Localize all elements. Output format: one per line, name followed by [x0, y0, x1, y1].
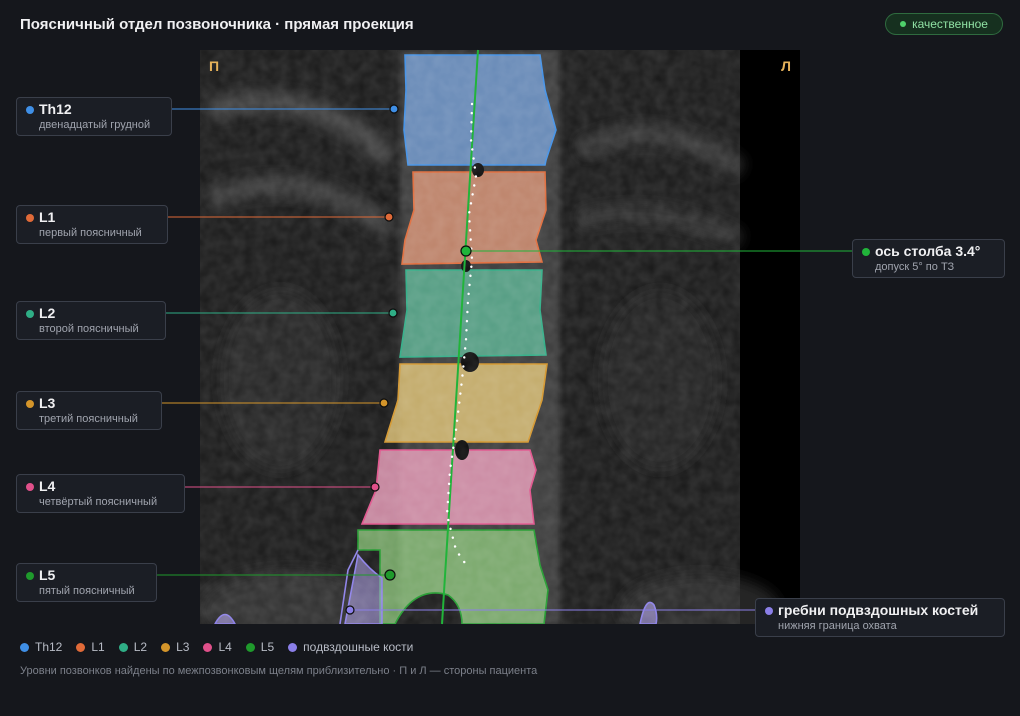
xray-image — [200, 50, 800, 624]
iliac-color-dot-icon — [765, 607, 773, 615]
l5-desc: пятый поясничный — [39, 585, 135, 597]
l1-name: L1 — [39, 209, 56, 225]
legend-label: L5 — [260, 640, 275, 654]
l4-swatch-icon — [203, 642, 213, 652]
axis-color-dot-icon — [862, 248, 870, 256]
legend-item-l2[interactable]: L2 — [118, 640, 148, 654]
legend-item-l3[interactable]: L3 — [161, 640, 189, 654]
legend-item-iliac[interactable]: подвздошные кости — [288, 640, 413, 654]
l1-swatch-icon — [76, 642, 86, 652]
l2-name: L2 — [39, 305, 56, 321]
status-dot-icon — [900, 21, 907, 27]
iliac-desc: нижняя граница охвата — [778, 620, 897, 632]
axis-desc: допуск 5° по ТЗ — [875, 261, 955, 273]
label-l1[interactable]: L1 первый поясничный — [16, 205, 168, 244]
legend-label: Th12 — [35, 640, 63, 654]
xray-viewer[interactable]: П Л — [200, 50, 800, 624]
legend-label: L3 — [176, 640, 190, 654]
l3-desc: третий поясничный — [39, 413, 138, 425]
legend-label: L1 — [91, 640, 105, 654]
legend-label: L2 — [133, 640, 148, 654]
legend-item-th12[interactable]: Th12 — [20, 640, 62, 654]
th12-name: Th12 — [39, 101, 72, 117]
l2-desc: второй поясничный — [39, 323, 139, 335]
quality-badge-label: качественное — [912, 17, 988, 31]
l5-name: L5 — [39, 567, 56, 583]
legend-item-l4[interactable]: L4 — [203, 640, 232, 654]
label-l4[interactable]: L4 четвёртый поясничный — [16, 474, 185, 513]
label-l2[interactable]: L2 второй поясничный — [16, 301, 166, 340]
patient-left-marker: Л — [781, 58, 791, 74]
l1-desc: первый поясничный — [39, 227, 142, 239]
legend-label: подвздошные кости — [303, 640, 414, 654]
page-title: Поясничный отдел позвоночника · прямая п… — [20, 16, 414, 33]
label-iliac-crests[interactable]: гребни подвздошных костей нижняя граница… — [755, 598, 1005, 637]
iliac-name: гребни подвздошных костей — [778, 602, 979, 618]
label-l5[interactable]: L5 пятый поясничный — [16, 563, 157, 602]
th12-color-dot-icon — [26, 106, 34, 114]
axis-name: ось столба 3.4° — [875, 243, 981, 259]
label-th12[interactable]: Th12 двенадцатый грудной — [16, 97, 172, 136]
l1-color-dot-icon — [26, 214, 34, 222]
th12-desc: двенадцатый грудной — [39, 119, 151, 131]
footnote: Уровни позвонков найдены по межпозвонков… — [20, 665, 538, 677]
patient-right-marker: П — [209, 58, 220, 74]
legend-item-l5[interactable]: L5 — [245, 640, 275, 654]
legend-label: L4 — [218, 640, 232, 654]
legend: Th12 L1 L2 L3 L4 L5 подвздошные кости — [20, 640, 413, 654]
l2-color-dot-icon — [26, 310, 34, 318]
l5-color-dot-icon — [26, 572, 34, 580]
label-l3[interactable]: L3 третий поясничный — [16, 391, 162, 430]
l3-color-dot-icon — [26, 400, 34, 408]
iliac-swatch-icon — [288, 642, 298, 652]
l3-name: L3 — [39, 395, 56, 411]
th12-swatch-icon — [20, 642, 29, 652]
legend-item-l1[interactable]: L1 — [76, 640, 105, 654]
l3-swatch-icon — [161, 642, 171, 652]
quality-badge: качественное — [885, 13, 1003, 35]
l4-color-dot-icon — [26, 483, 34, 491]
l4-desc: четвёртый поясничный — [39, 496, 158, 508]
l5-swatch-icon — [245, 642, 255, 652]
l4-name: L4 — [39, 478, 56, 494]
l2-swatch-icon — [118, 642, 128, 652]
label-spine-axis[interactable]: ось столба 3.4° допуск 5° по ТЗ — [852, 239, 1005, 278]
